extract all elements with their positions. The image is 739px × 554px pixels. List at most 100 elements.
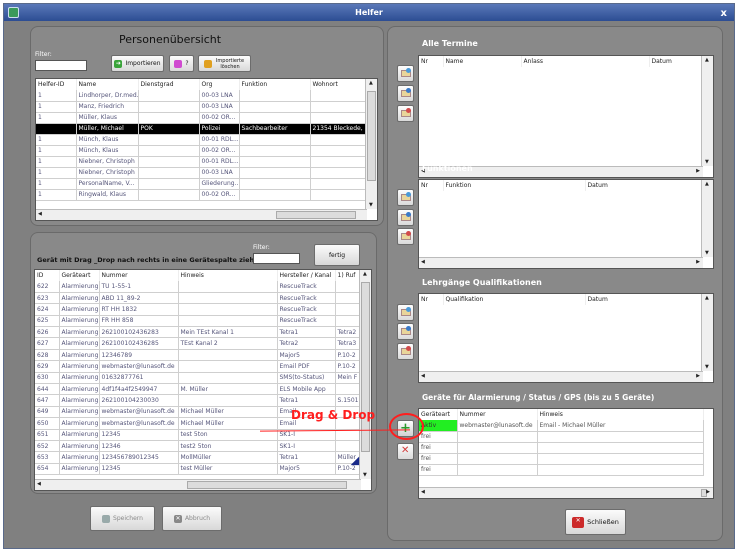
device-table-cell: 12345 — [99, 463, 179, 476]
funktionen-delete-button[interactable] — [397, 228, 414, 245]
person-table-col-header[interactable]: Dienstgrad — [138, 79, 200, 90]
person-filter-input[interactable] — [35, 60, 87, 71]
device-vscroll[interactable]: ▲ ▼ — [359, 270, 371, 479]
lehrgaenge-table-col-header[interactable]: Qualifikation — [443, 294, 586, 305]
lehrgaenge-delete-button[interactable] — [397, 343, 414, 360]
geraete-alarm-table-row[interactable]: frei — [419, 464, 704, 476]
device-table-row[interactable]: 623 Alarmierung ABD 11_89-2 RescueTrack — [35, 292, 362, 305]
lehrgaenge-add-button[interactable] — [397, 304, 414, 321]
close-window-icon[interactable]: x — [721, 5, 727, 22]
person-table-row[interactable]: 1 Müller, Klaus 00-02 OR... — [36, 112, 368, 124]
person-table-row[interactable]: Müller, Michael POK Polizei Sachbearbeiter 2… — [36, 123, 368, 135]
person-table-row[interactable]: 1 Münch, Klaus 00-01 RDL... — [36, 134, 368, 146]
person-table-cell: 1 — [36, 134, 77, 146]
person-table-row[interactable]: 1 Niebner, Christoph 00-01 RDL... — [36, 156, 368, 168]
cancel-button[interactable]: ✕ Abbruch — [162, 506, 222, 531]
funktionen-add-button[interactable] — [397, 189, 414, 206]
device-table-col-header[interactable]: 1) Ruf — [335, 270, 362, 281]
funktionen-table-col-header[interactable]: Nr — [419, 180, 444, 191]
remove-device-button[interactable]: ✕ — [397, 443, 414, 460]
device-table-row[interactable]: 628 Alarmierung 12346789 Major5 P.10-2 — [35, 349, 362, 362]
termine-table-col-header[interactable]: Nr — [419, 56, 444, 67]
save-button[interactable]: Speichern — [90, 506, 155, 531]
funktionen-vscroll[interactable]: ▲ ▼ — [701, 180, 713, 257]
lehrgaenge-table-col-header[interactable]: Nr — [419, 294, 444, 305]
device-hscroll[interactable]: ◀ — [35, 479, 361, 490]
help-button[interactable]: ? — [169, 55, 194, 72]
person-hscroll[interactable]: ◀ — [36, 209, 367, 220]
close-button[interactable]: ✕ Schließen — [565, 509, 626, 535]
funktionen-table-col-header[interactable]: Funktion — [443, 180, 586, 191]
geraete-alarm-table-row[interactable]: frei — [419, 442, 704, 454]
termine-vscroll[interactable]: ▲ ▼ — [701, 56, 713, 166]
device-table-cell: Alarmierung — [59, 429, 100, 441]
person-table-col-header[interactable]: Wohnort — [310, 79, 368, 90]
delete-imported-button[interactable]: Importierte löschen — [198, 55, 251, 72]
person-table-row[interactable]: 1 Münch, Klaus 00-02 OR... — [36, 145, 368, 157]
person-vscroll[interactable]: ▲ ▼ — [365, 79, 377, 209]
device-table-row[interactable]: 626 Alarmierung 262100102436283 Mein TEst K… — [35, 326, 362, 339]
geraete-alarm-table-col-header[interactable]: Geräteart — [419, 409, 458, 420]
geraete-alarm-hscroll[interactable]: ◀ ▶ — [419, 487, 713, 498]
person-filter-label: Filter: — [35, 51, 52, 58]
device-table-header: ID Geräteart Nummer Hinweis Hersteller / Kan… — [35, 270, 362, 281]
termine-delete-button[interactable] — [397, 105, 414, 122]
device-table-cell: FR HH 858 — [99, 315, 179, 328]
termine-table-col-header[interactable]: Name — [443, 56, 522, 67]
device-table-col-header[interactable]: Nummer — [99, 270, 179, 281]
person-table-col-header[interactable]: Org — [199, 79, 240, 90]
termine-table-col-header[interactable]: Anlass — [521, 56, 650, 67]
person-table-row[interactable]: 1 PersonalName, V... Gliederung... — [36, 178, 368, 190]
device-table-col-header[interactable]: Hinweis — [178, 270, 278, 281]
import-button[interactable]: ➜ Importieren — [111, 55, 164, 72]
import-icon: ➜ — [114, 59, 123, 68]
device-table-row[interactable]: 654 Alarmierung 12345 test Müller Major5 P.10… — [35, 463, 362, 476]
person-table-cell: 1 — [36, 145, 77, 157]
done-button[interactable]: fertig — [314, 244, 360, 266]
funktionen-table-col-header[interactable]: Datum — [585, 180, 704, 191]
device-table-row[interactable]: 622 Alarmierung TU 1-55-1 RescueTrack — [35, 281, 362, 293]
device-table-row[interactable]: 625 Alarmierung FR HH 858 RescueTrack — [35, 315, 362, 328]
funktionen-edit-button[interactable] — [397, 209, 414, 226]
device-table-row[interactable]: 630 Alarmierung 01632877761 SMS(to-Status) M… — [35, 372, 362, 385]
person-table-row[interactable]: 1 Ringwald, Klaus 00-02 OR... — [36, 189, 368, 201]
device-table-row[interactable]: 644 Alarmierung 4df1f4a4f2549947 M. Müller E… — [35, 383, 362, 396]
device-table-row[interactable]: 629 Alarmierung webmaster@lunasoft.de Email… — [35, 360, 362, 373]
lehrgaenge-vscroll[interactable]: ▲ ▼ — [701, 294, 713, 371]
funktionen-hscroll[interactable]: ◀ ▶ — [419, 257, 703, 268]
person-table-row[interactable]: 1 Manz, Friedrich 00-03 LNA — [36, 101, 368, 113]
person-table-col-header[interactable]: Helfer-ID — [36, 79, 77, 90]
device-table-cell: 644 — [35, 383, 60, 396]
device-table-cell — [335, 281, 362, 293]
device-table-row[interactable]: 647 Alarmierung 262100104230030 Tetra1 S.150… — [35, 394, 362, 407]
person-table-col-header[interactable]: Name — [76, 79, 139, 90]
termine-edit-button[interactable] — [397, 85, 414, 102]
device-table-cell: test2 5ton — [178, 440, 278, 453]
device-table-row[interactable]: 627 Alarmierung 262100102436285 TEst Kanal … — [35, 337, 362, 350]
device-filter-input[interactable] — [253, 253, 300, 264]
device-table-col-header[interactable]: Geräteart — [59, 270, 100, 281]
device-table-cell: 12346789 — [99, 349, 179, 362]
device-table-row[interactable]: 652 Alarmierung 12346 test2 5ton SK1-I — [35, 440, 362, 453]
lehrgaenge-table-col-header[interactable]: Datum — [585, 294, 704, 305]
device-table-col-header[interactable]: Hersteller / Kanal — [277, 270, 336, 281]
termine-add-button[interactable] — [397, 65, 414, 82]
device-table-row[interactable]: 624 Alarmierung RT HH 1832 RescueTrack — [35, 303, 362, 316]
device-table-cell: Email PDF — [277, 360, 336, 373]
lehrgaenge-hscroll[interactable]: ◀ ▶ — [419, 371, 703, 382]
device-table-cell — [178, 360, 278, 373]
termine-table-col-header[interactable]: Datum — [649, 56, 704, 67]
geraete-alarm-table-col-header[interactable]: Nummer — [457, 409, 538, 420]
lehrgaenge-edit-button[interactable] — [397, 323, 414, 340]
geraete-alarm-table-row[interactable]: Aktiv webmaster@lunasoft.de Email - Michae… — [419, 420, 704, 432]
device-table-cell — [335, 440, 362, 453]
device-table-col-header[interactable]: ID — [35, 270, 60, 281]
person-table-row[interactable]: 1 Niebner, Christoph 00-03 LNA — [36, 167, 368, 179]
geraete-alarm-table-row[interactable]: frei — [419, 453, 704, 465]
person-table-row[interactable]: 1 Lindhorper, Dr.med. 00-03 LNA — [36, 90, 368, 102]
device-table-row[interactable]: 653 Alarmierung 123456789012345 MollMüller T… — [35, 451, 362, 464]
person-table-col-header[interactable]: Funktion — [239, 79, 311, 90]
geraete-alarm-table-col-header[interactable]: Hinweis — [537, 409, 704, 420]
geraete-alarm-table: Geräteart Nummer Hinweis Aktiv webmaster@lun… — [418, 408, 714, 499]
geraete-alarm-table-row[interactable]: frei — [419, 431, 704, 443]
